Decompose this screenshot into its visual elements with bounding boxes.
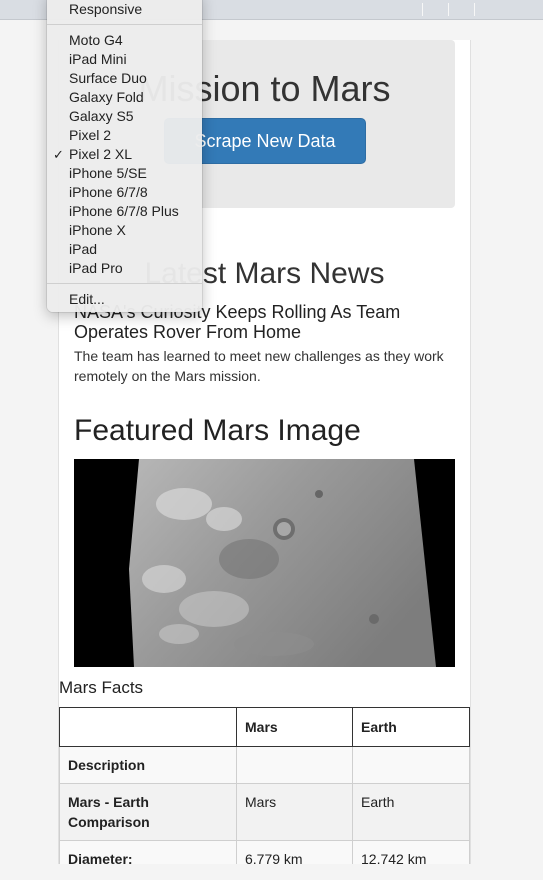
menu-item-label: iPhone X — [69, 222, 126, 238]
menu-item-label: Pixel 2 — [69, 127, 112, 143]
menu-item-pixel-2-xl[interactable]: ✓ Pixel 2 XL — [47, 145, 202, 164]
menu-item-iphone-5-se[interactable]: iPhone 5/SE — [47, 164, 202, 183]
table-header-cell: Earth — [352, 707, 470, 747]
table-cell — [352, 746, 470, 784]
menu-item-label: Surface Duo — [69, 70, 147, 86]
menu-item-label: Edit... — [69, 291, 105, 307]
checkmark-icon: ✓ — [53, 147, 64, 162]
mars-facts-table: Mars Earth Description Mars - Earth Comp… — [59, 707, 470, 864]
menu-separator — [47, 283, 202, 284]
menu-item-label: Responsive — [69, 1, 143, 17]
table-cell: 12,742 km — [352, 840, 470, 864]
mars-facts-heading: Mars Facts — [59, 678, 144, 697]
menu-item-ipad-pro[interactable]: iPad Pro — [47, 259, 202, 278]
table-row: Description — [59, 746, 470, 784]
menu-item-label: iPhone 5/SE — [69, 165, 147, 181]
table-header-row: Mars Earth — [59, 707, 470, 747]
table-row-label: Description — [59, 746, 237, 784]
toolbar-divider — [422, 3, 423, 16]
table-cell: Earth — [352, 783, 470, 841]
menu-item-pixel-2[interactable]: Pixel 2 — [47, 126, 202, 145]
menu-item-responsive[interactable]: Responsive — [47, 0, 202, 19]
menu-item-surface-duo[interactable]: Surface Duo — [47, 69, 202, 88]
table-header-cell: Mars — [236, 707, 353, 747]
menu-item-label: iPad Mini — [69, 51, 127, 67]
menu-item-ipad-mini[interactable]: iPad Mini — [47, 50, 202, 69]
table-row-label: Diameter: — [59, 840, 237, 864]
menu-item-label: iPad Pro — [69, 260, 123, 276]
table-row: Mars - Earth Comparison Mars Earth — [59, 783, 470, 841]
menu-item-label: iPhone 6/7/8 Plus — [69, 203, 179, 219]
table-header-cell — [59, 707, 237, 747]
menu-item-label: Galaxy S5 — [69, 108, 134, 124]
menu-item-iphone-6-7-8-plus[interactable]: iPhone 6/7/8 Plus — [47, 202, 202, 221]
featured-mars-image — [74, 459, 455, 667]
toolbar-divider — [448, 3, 449, 16]
menu-item-iphone-x[interactable]: iPhone X — [47, 221, 202, 240]
menu-item-iphone-6-7-8[interactable]: iPhone 6/7/8 — [47, 183, 202, 202]
menu-separator — [47, 24, 202, 25]
menu-item-label: iPad — [69, 241, 98, 257]
menu-item-galaxy-fold[interactable]: Galaxy Fold — [47, 88, 202, 107]
menu-item-ipad[interactable]: iPad — [47, 240, 202, 259]
featured-image-heading: Featured Mars Image — [74, 414, 361, 447]
table-cell — [236, 746, 353, 784]
menu-item-moto-g4[interactable]: Moto G4 — [47, 31, 202, 50]
news-paragraph: The team has learned to meet new challen… — [74, 348, 444, 384]
menu-item-label: Pixel 2 XL — [69, 146, 133, 162]
toolbar-divider — [474, 3, 475, 16]
table-row: Diameter: 6,779 km 12,742 km — [59, 840, 470, 864]
menu-item-label: Moto G4 — [69, 32, 123, 48]
table-row-label: Mars - Earth Comparison — [59, 783, 237, 841]
device-dropdown-menu: Responsive Moto G4 iPad Mini Surface Duo… — [47, 0, 202, 312]
menu-item-galaxy-s5[interactable]: Galaxy S5 — [47, 107, 202, 126]
menu-item-label: Galaxy Fold — [69, 89, 144, 105]
menu-item-label: iPhone 6/7/8 — [69, 184, 148, 200]
table-cell: Mars — [236, 783, 353, 841]
menu-item-edit[interactable]: Edit... — [47, 290, 202, 309]
table-cell: 6,779 km — [236, 840, 353, 864]
